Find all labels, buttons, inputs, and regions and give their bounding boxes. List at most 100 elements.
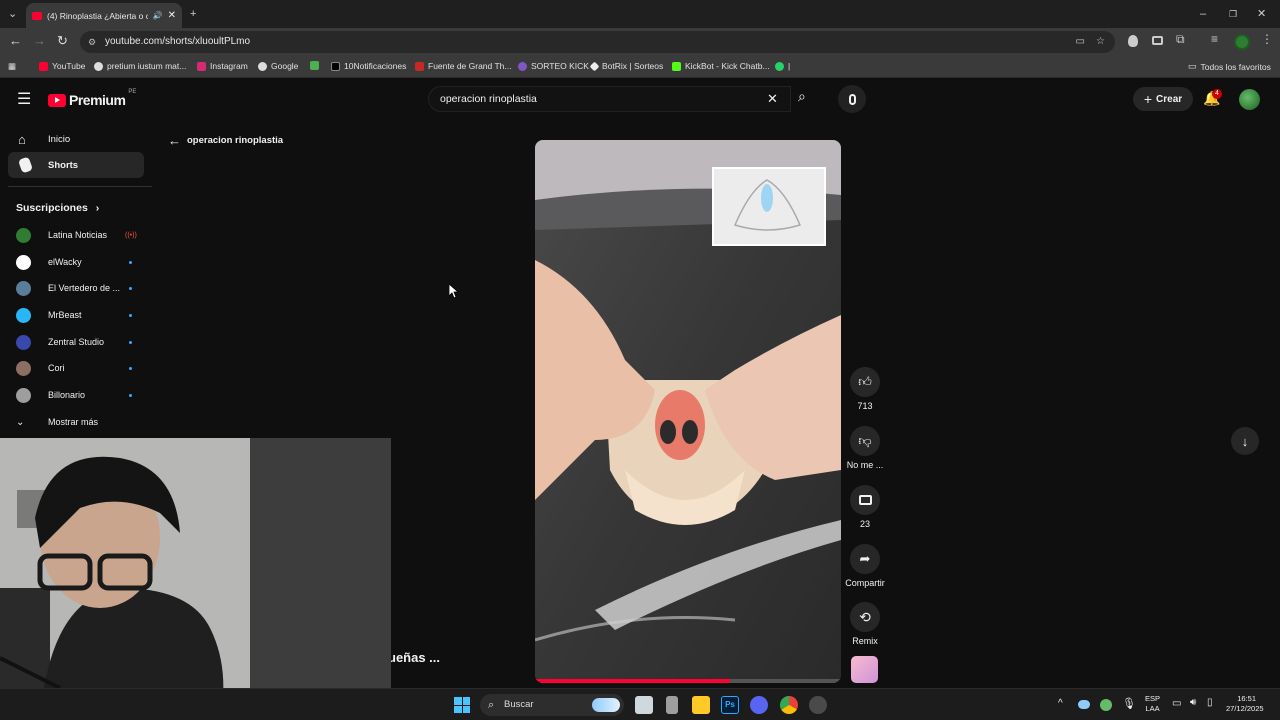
subscription-item[interactable]: El Vertedero de ... [16,278,136,298]
browser-tab-active[interactable]: (4) Rinoplastia ¿Abierta o c 🔊 ✕ [26,3,182,28]
subscription-item[interactable]: Latina Noticias ((•)) [16,225,137,245]
new-content-dot [129,260,132,264]
windows-start-icon[interactable] [454,697,470,713]
new-content-dot [129,366,132,370]
comments-button[interactable]: 23 [842,485,888,529]
remix-button[interactable]: ⟲ Remix [842,602,888,646]
create-label: Crear [1156,93,1183,105]
app-icon[interactable] [666,696,678,714]
bookmark-sorteo-kick[interactable]: SORTEO KICK [518,61,589,71]
tab-audio-icon: 🔊 [152,11,163,20]
onedrive-icon[interactable] [1078,700,1090,709]
window-close-icon[interactable]: ✕ [1257,6,1266,22]
bookmark-google[interactable]: Google [258,61,298,71]
dislike-button[interactable]: 👎︎ No me ... [842,426,888,470]
tray-app-icon[interactable] [1100,699,1112,711]
back-label: operacion rinoplastia [187,135,284,146]
bookmark-pretium[interactable]: pretium iustum mat... [94,61,186,71]
chrome-icon[interactable] [780,696,798,714]
voice-search-button[interactable] [838,85,866,113]
photoshop-icon[interactable]: Ps [721,696,739,714]
cast-icon[interactable]: ▭ [1076,31,1085,53]
bookmark-grand-theft[interactable]: Fuente de Grand Th... [415,61,511,71]
display-icon[interactable]: ▭ [1172,698,1181,709]
subscription-item[interactable]: elWacky [16,252,136,272]
audio-thumbnail[interactable] [851,656,878,683]
webcam-overlay [0,438,391,720]
tab-search-icon[interactable]: ⌄ [8,6,17,22]
new-content-dot [129,286,132,290]
bookmark-youtube[interactable]: YouTube [39,61,85,71]
back-to-search[interactable]: ← operacion rinoplastia [168,133,283,148]
bookmark-botrix[interactable]: BotRix | Sorteos [589,61,663,71]
window-minimize-icon[interactable]: – [1200,6,1206,22]
reload-icon[interactable]: ↻ [57,33,68,49]
subscription-item[interactable]: Zentral Studio [16,332,136,352]
all-bookmarks-folder[interactable]: ▭ Todos los favoritos [1188,61,1271,72]
guide-menu-icon[interactable]: ☰ [17,89,31,109]
battery-icon[interactable]: ▯ [1207,697,1213,708]
remix-icon: ⟲ [859,608,871,625]
browser-tabstrip: ⌄ (4) Rinoplastia ¿Abierta o c 🔊 ✕ + – ❐… [0,0,1280,28]
whatsapp-icon [775,61,784,71]
subscription-item[interactable]: Cori [16,358,136,378]
extensions-puzzle-icon[interactable]: ⧉ [1176,32,1185,47]
url-text: youtube.com/shorts/xluoultPLmo [105,36,251,47]
new-tab-icon[interactable]: + [190,6,196,22]
account-avatar[interactable] [1239,89,1260,110]
tab-close-icon[interactable]: ✕ [168,10,176,21]
channel-avatar [16,387,31,403]
show-more-button[interactable]: ⌄ Mostrar más [16,412,136,432]
bookmark-star-icon[interactable]: ☆ [1096,31,1105,53]
reading-list-icon[interactable]: ≡ [1211,32,1218,46]
new-content-dot [129,393,132,397]
chrome-menu-icon[interactable]: ⋮ [1261,32,1273,46]
extension-icon[interactable] [1128,35,1138,47]
app-icon[interactable] [809,696,827,714]
clear-search-icon[interactable]: ✕ [767,87,778,111]
subscriptions-header[interactable]: Suscripciones › [16,202,99,214]
subscription-item[interactable]: Billonario [16,385,136,405]
tray-chevron-icon[interactable]: ^ [1058,698,1063,709]
share-icon: ➦ [859,551,871,566]
back-icon[interactable]: ← [9,33,22,48]
window-restore-icon[interactable]: ❐ [1229,6,1237,22]
input-language[interactable]: ESP LAA [1145,694,1160,714]
file-explorer-icon[interactable] [692,696,710,714]
clock[interactable]: 16:51 27/12/2025 [1226,694,1264,714]
address-bar[interactable]: ⚙ youtube.com/shorts/xluoultPLmo ▭ ☆ [80,31,1115,53]
bookmark-whatsapp[interactable]: | [775,61,790,71]
volume-icon[interactable]: 🔊︎ [1190,697,1196,708]
create-button[interactable]: + Crear [1133,87,1193,111]
bookmark-kickbot[interactable]: KickBot - Kick Chatb... [672,61,770,71]
search-input[interactable]: operacion rinoplastia ✕ [428,86,791,112]
sidebar-item-shorts[interactable]: Shorts [8,152,144,178]
mouse-cursor-icon [449,284,458,298]
task-view-icon[interactable] [635,696,653,714]
video-caption: ueñas ... [388,650,441,665]
youtube-premium-logo[interactable]: Premium PE [48,89,137,108]
like-button[interactable]: 👍︎ 713 [842,367,888,411]
shorts-video-player[interactable] [535,140,841,683]
x-icon [331,61,340,71]
subscription-item[interactable]: MrBeast [16,305,136,325]
next-video-button[interactable]: ↓ [1231,427,1259,455]
bookmark-10notificaciones[interactable]: 10Notificaciones [331,61,406,71]
discord-icon[interactable] [750,696,768,714]
site-info-icon[interactable]: ⚙ [88,31,96,53]
share-button[interactable]: ➦ Compartir [842,544,888,588]
pinwheel-icon [310,61,319,70]
microphone-tray-icon[interactable]: 🎙︎ [1122,697,1136,710]
forward-icon[interactable]: → [33,33,46,48]
profile-avatar[interactable] [1234,34,1250,50]
taskbar-search-box[interactable]: ⌕ Buscar [480,694,624,716]
search-icon[interactable]: ⌕ [798,88,806,105]
new-content-dot [129,340,132,344]
bookmark-instagram[interactable]: Instagram [197,61,248,71]
logo-region: PE [128,89,137,95]
bookmark-colorful[interactable] [310,61,319,70]
extension-icon[interactable] [1152,36,1163,45]
sidebar-item-home[interactable]: ⌂ Inicio [8,126,144,152]
sidebar-item-label: Shorts [48,159,79,171]
apps-grid-icon[interactable]: ▦ [8,61,16,72]
